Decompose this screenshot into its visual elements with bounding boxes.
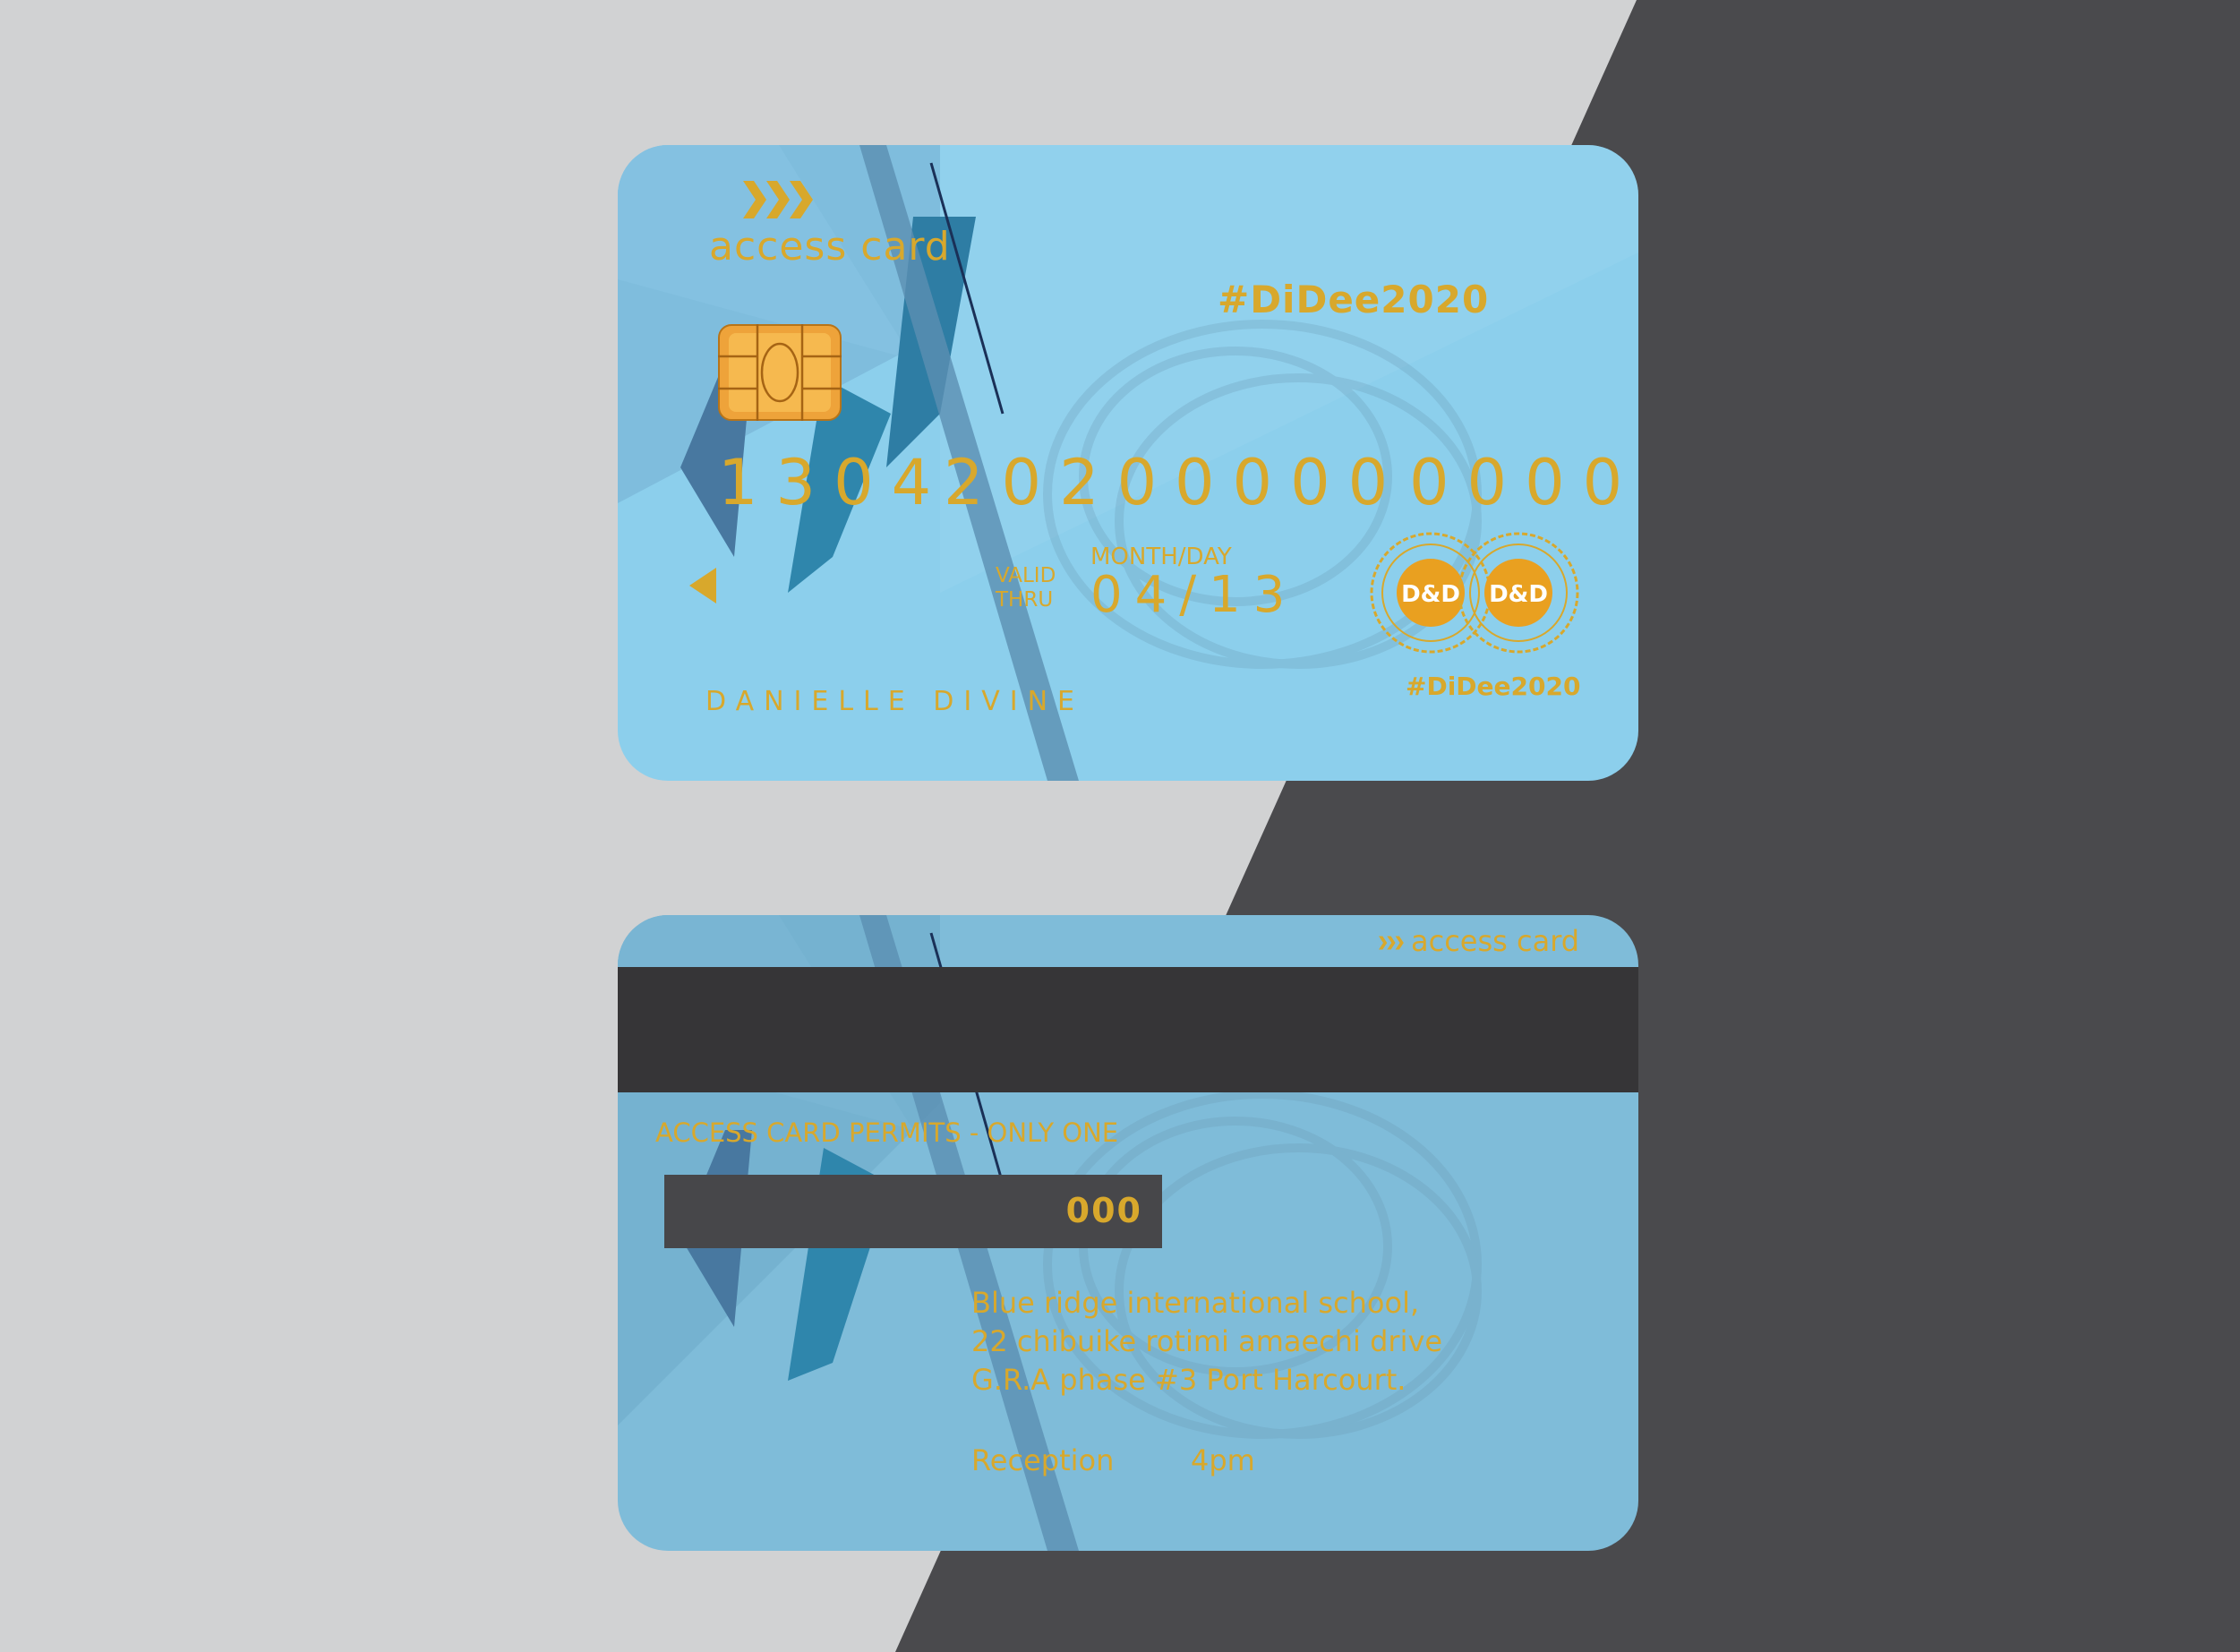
address-line-2: 22 chibuike rotimi amaechi drive: [971, 1324, 1443, 1358]
card-number-group-1: 1304: [718, 446, 950, 519]
address-line-1: Blue ridge international school,: [971, 1286, 1420, 1320]
card-number-group-3: 0000: [1175, 446, 1406, 519]
address-line-3: G.R.A phase #3 Port Harcourt.: [971, 1363, 1406, 1397]
signature-panel: 000: [664, 1175, 1162, 1248]
chevron-arrows-icon: [1379, 936, 1404, 950]
permits-label: ACCESS CARD PERMITS - ONLY ONE: [655, 1117, 1119, 1148]
card-number-group-4: 0000: [1409, 446, 1638, 519]
access-card-front: access card #DiDee2020 1304 2020 0000 00…: [618, 145, 1638, 781]
reception-label: Reception: [971, 1443, 1115, 1477]
valid-thru-label: VALID THRU: [996, 564, 1056, 612]
hashtag-bottom: #DiDee2020: [1406, 672, 1581, 701]
card-brand-back: access card: [1379, 924, 1579, 958]
card-number-group-2: 2020: [944, 446, 1176, 519]
cvv-code: 000: [1065, 1191, 1142, 1230]
expiry-date: 04/13: [1090, 566, 1298, 624]
seal-initials-right: D&D: [1489, 581, 1548, 608]
chevron-arrows-logo: [743, 181, 813, 218]
magnetic-stripe: [618, 967, 1638, 1092]
card-holder-name: DANIELLE DIVINE: [705, 686, 1084, 717]
seal-initials-left: D&D: [1401, 581, 1460, 608]
card-brand: access card: [709, 224, 951, 270]
access-card-back: access card ACCESS CARD PERMITS - ONLY O…: [618, 915, 1638, 1551]
card-brand-back-label: access card: [1411, 924, 1580, 958]
emv-chip-icon: [718, 324, 842, 421]
reception-time: 4pm: [1191, 1443, 1255, 1477]
dd-seal-logo: D&D D&D: [1370, 532, 1579, 654]
arrow-left-icon: [689, 568, 716, 603]
hashtag-top: #DiDee2020: [1218, 278, 1490, 321]
